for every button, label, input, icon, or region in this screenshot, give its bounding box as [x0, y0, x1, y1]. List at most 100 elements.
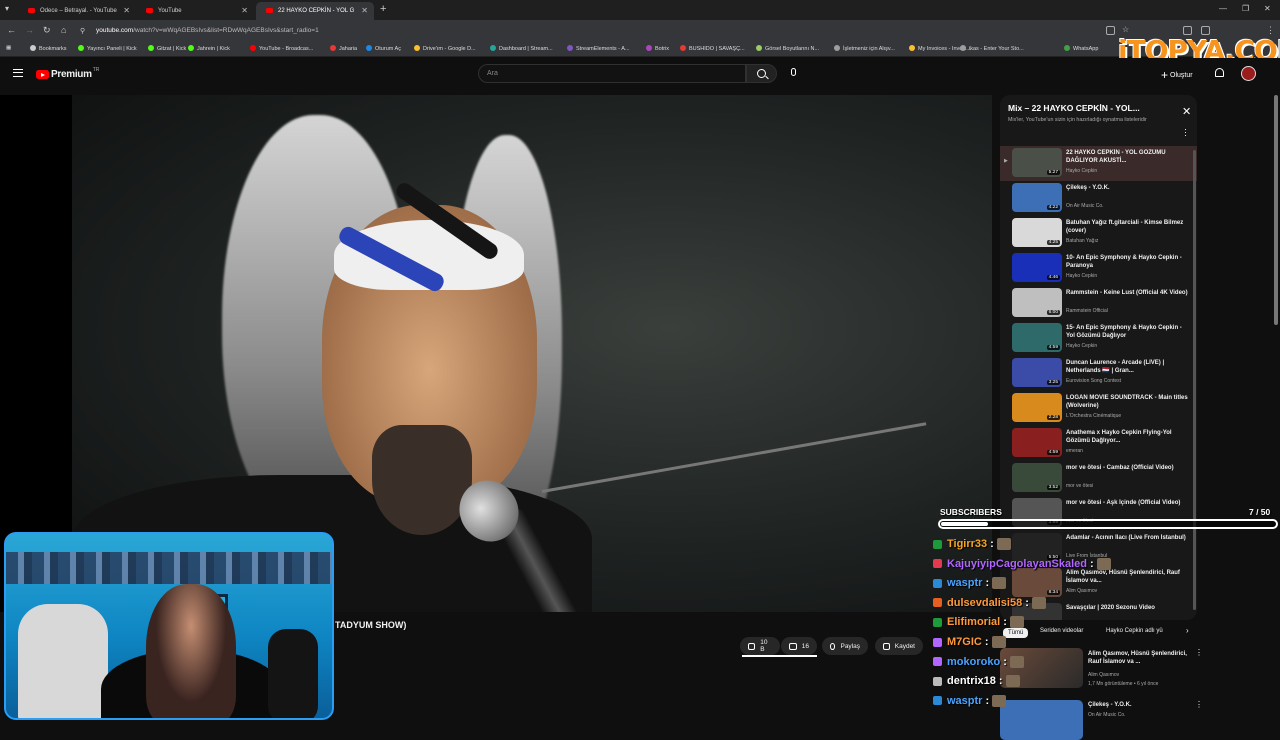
chat-username[interactable]: wasptr [947, 695, 982, 707]
home-icon[interactable]: ⌂ [61, 25, 66, 35]
bookmark-item[interactable]: WhatsApp [1064, 45, 1098, 52]
share-label: Paylaş [840, 642, 860, 650]
browser-tab-active[interactable]: 22 HAYKO CEPKİN - YOL G ✕ [256, 2, 374, 20]
bookmark-item[interactable]: Görsel Boyutlarını N... [756, 45, 819, 52]
chip-hayko[interactable]: Hayko Cepkin adlı yü [1106, 628, 1163, 634]
bookmark-item[interactable]: Jahrein | Kick [188, 45, 230, 52]
chat-username[interactable]: wasptr [947, 577, 982, 589]
chat-emote-icon [1031, 596, 1046, 609]
save-button[interactable]: Kaydet [875, 637, 923, 655]
chips-next-icon[interactable]: › [1186, 626, 1189, 635]
create-button[interactable]: + Oluştur [1161, 68, 1193, 82]
playlist-item[interactable]: 6:00 Rammstein - Keine Lust (Official 4K … [1000, 286, 1197, 321]
playlist-item[interactable]: 3:25 Duncan Laurence - Arcade (LIVE) | Ne… [1000, 356, 1197, 391]
playlist-item[interactable]: 4:59 15- An Epic Symphony & Hayko Cepkin … [1000, 321, 1197, 356]
forward-icon[interactable]: → [25, 25, 34, 35]
playlist-more-icon[interactable]: · · · [1184, 125, 1187, 140]
bookmark-item[interactable]: Gitzat | Kick [148, 45, 186, 52]
dislike-button[interactable]: 16 [781, 637, 817, 655]
chat-badge-icon [933, 676, 942, 686]
bookmark-favicon-icon [756, 45, 762, 51]
bookmark-item[interactable]: Dashboard | Stream... [490, 45, 553, 52]
bookmark-item[interactable]: YouTube - Broadcas... [250, 45, 313, 52]
close-playlist-icon[interactable]: ✕ [1182, 105, 1191, 118]
rec-more-icon[interactable]: ⋮ [1195, 700, 1203, 709]
playlist-scrollbar[interactable] [1193, 150, 1196, 610]
voice-search-icon[interactable] [791, 68, 796, 76]
bookmark-item[interactable]: ikas - Enter Your Sto... [960, 45, 1024, 52]
bookmark-item[interactable]: Drive'ım - Google D... [414, 45, 476, 52]
bookmark-item[interactable]: Bookmarks [30, 45, 67, 52]
playlist-item-channel: emeran [1066, 448, 1083, 454]
recommended-video[interactable]: Çilekeş - Y.O.K. On Air Music Co. ⋮ [1000, 698, 1203, 740]
playlist-item-title: 15- An Epic Symphony & Hayko Cepkin - Yo… [1066, 325, 1182, 340]
streamer-head [146, 584, 236, 718]
playlist-item[interactable]: ▶ 5:27 22 HAYKO CEPKİN - YOL GÖZÜMÜ DAĞLIY… [1000, 146, 1197, 181]
share-button[interactable]: Paylaş [822, 637, 868, 655]
bookmark-label: StreamElements - A... [576, 46, 630, 52]
chat-message: M7GIC: [933, 634, 1006, 650]
browser-tab[interactable]: YouTube ✕ [136, 2, 254, 20]
playlist-thumbnail: 4:25 [1012, 218, 1062, 247]
bookmark-item[interactable]: Jaharia [330, 45, 357, 52]
playlist-item[interactable]: 4:59 Anathema x Hayko Cepkin Flying-Yol G… [1000, 426, 1197, 461]
rec-more-icon[interactable]: ⋮ [1195, 648, 1203, 657]
back-icon[interactable]: ← [7, 25, 16, 35]
site-info-icon[interactable]: ⚲ [80, 27, 85, 35]
chat-username[interactable]: M7GIC [947, 636, 982, 648]
user-avatar[interactable] [1241, 66, 1256, 81]
playlist-item-title: Savaşçılar | 2020 Sezonu Video [1066, 605, 1155, 611]
chat-username[interactable]: mokoroko [947, 656, 1000, 668]
playlist-item[interactable]: 3:52 mor ve ötesi - Cambaz (Official Vide… [1000, 461, 1197, 496]
tab-search-icon[interactable]: ▾ [5, 4, 9, 13]
chat-username[interactable]: dulsevdalisi58 [947, 597, 1022, 609]
bookmark-item[interactable]: Oturum Aç [366, 45, 401, 52]
close-tab-icon[interactable]: ✕ [123, 6, 130, 15]
bookmarks-bar: ▦ Bookmarks Yayıncı Paneli | Kick Gitzat |… [0, 42, 1280, 57]
address-bar: ← → ↻ ⌂ ⚲ youtube.com/watch?v=wWqAGEBsIv… [0, 20, 1280, 42]
bookmark-item[interactable]: Yayıncı Paneli | Kick [78, 45, 137, 52]
hamburger-menu-icon[interactable] [13, 69, 23, 77]
new-tab-icon[interactable]: + [380, 3, 386, 15]
chat-separator: : [1003, 655, 1007, 668]
search-input[interactable]: Ara [478, 64, 746, 83]
youtube-premium-logo[interactable]: Premium TR [36, 67, 99, 80]
like-button[interactable]: 10 B [740, 637, 780, 655]
apps-grid-icon[interactable]: ▦ [6, 45, 11, 51]
chat-username[interactable]: Elifimorial [947, 616, 1000, 628]
minimize-icon[interactable]: — [1219, 4, 1227, 13]
notifications-bell-icon[interactable] [1215, 68, 1224, 77]
close-tab-icon[interactable]: ✕ [241, 6, 248, 15]
browser-tab[interactable]: Odece – Betrayal. - YouTube ✕ [18, 2, 136, 20]
chat-badge-icon [933, 598, 942, 608]
chat-username[interactable]: dentrix18 [947, 675, 996, 687]
playlist-item[interactable]: 4:46 10- An Epic Symphony & Hayko Cepkin … [1000, 251, 1197, 286]
bookmark-item[interactable]: İşletmeniz için Alışv... [834, 45, 895, 52]
bookmark-item[interactable]: BUSHIDO | SAVAŞÇ... [680, 45, 745, 52]
close-window-icon[interactable]: ✕ [1264, 4, 1271, 13]
bookmark-item[interactable]: StreamElements - A... [567, 45, 630, 52]
maximize-icon[interactable]: ❐ [1242, 4, 1249, 13]
rec-thumbnail [1000, 700, 1083, 740]
chat-username[interactable]: Tigirr33 [947, 538, 987, 550]
playlist-item[interactable]: 2:28 LOGAN MOVIE SOUNDTRACK - Main titles… [1000, 391, 1197, 426]
figure-shelf [6, 552, 332, 584]
chat-emote-icon [1096, 557, 1111, 570]
playlist-item[interactable]: 4:22 Çilekeş - Y.O.K. On Air Music Co. [1000, 181, 1197, 216]
chat-username[interactable]: KajuyiyipCagolayanSkaled [947, 558, 1087, 570]
reload-icon[interactable]: ↻ [43, 25, 51, 36]
page-scrollbar[interactable] [1274, 95, 1278, 325]
youtube-favicon-icon [266, 8, 273, 13]
bookmark-star-icon[interactable]: ☆ [1122, 25, 1129, 34]
bookmark-item[interactable]: Botrix [646, 45, 669, 52]
chip-series[interactable]: Seriden videolar [1040, 628, 1083, 634]
recommended-video[interactable]: Alim Qasımov, Hüsnü Şenlendirici, Rauf İ… [1000, 648, 1203, 693]
search-button[interactable] [746, 64, 777, 83]
url-field[interactable]: youtube.com/watch?v=wWqAGEBsIvs&list=RDw… [96, 27, 319, 34]
playlist-item[interactable]: 4:25 Batuhan Yağız ft.gitarciali - Kimse … [1000, 216, 1197, 251]
install-app-icon[interactable] [1106, 26, 1115, 35]
playlist-title[interactable]: Mix – 22 HAYKO CEPKİN - YOL... [1008, 103, 1140, 113]
rec-channel: On Air Music Co. [1088, 712, 1126, 718]
close-tab-icon[interactable]: ✕ [361, 6, 368, 15]
chat-message: Elifimorial: [933, 614, 1024, 630]
